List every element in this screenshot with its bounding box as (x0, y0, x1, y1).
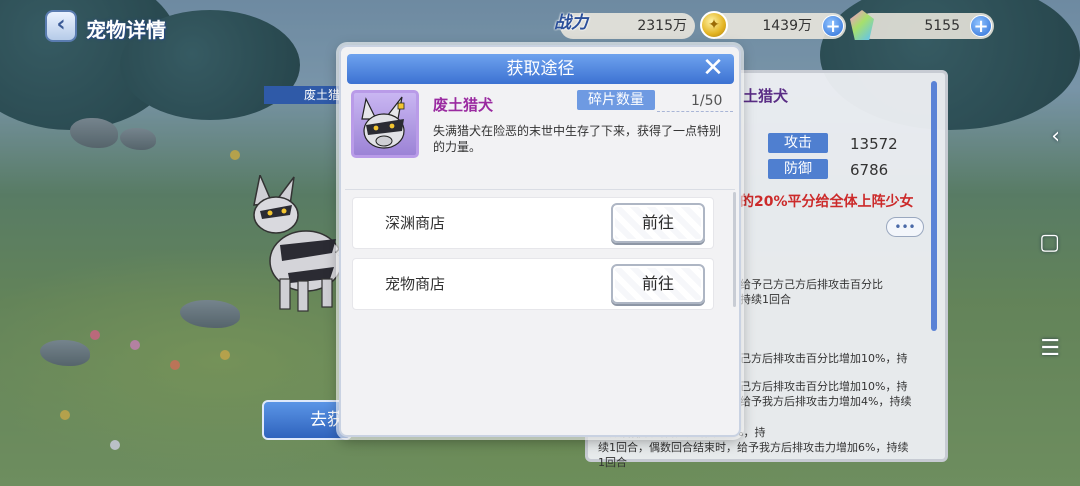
gold-value: 1439万 (762, 18, 812, 34)
dialog-scrollbar[interactable] (733, 192, 736, 307)
defense-label: 防御 (768, 159, 828, 179)
more-button[interactable]: ••• (886, 217, 924, 237)
fragment-count-label: 碎片数量 (577, 90, 655, 110)
gold-coin-icon: ✦ (700, 11, 728, 39)
add-gem-button[interactable]: + (970, 15, 992, 37)
gem-value: 5155 (924, 18, 960, 34)
attack-value: 13572 (850, 135, 898, 153)
skill-text: 给予己方己方后排攻击百分比 持续1回合 (740, 278, 883, 306)
gold-display: ✦ 1439万 + (700, 11, 846, 39)
pet-avatar (351, 90, 419, 158)
back-button[interactable]: ‹ (45, 10, 77, 42)
route-row-pet-shop: 宠物商店 前往 (352, 258, 714, 310)
skill-text: 己方后排攻击百分比增加10%，持 (740, 352, 908, 365)
power-display: 战力 2315万 (554, 13, 695, 39)
system-back-icon[interactable]: ‹ (1051, 124, 1060, 149)
skill-highlight-text: 的20%平分给全体上阵少女 (740, 194, 914, 210)
route-row-abyss-shop: 深渊商店 前往 (352, 197, 714, 249)
attack-label: 攻击 (768, 133, 828, 153)
page-title: 宠物详情 (86, 18, 166, 42)
go-to-abyss-shop-button[interactable]: 前往 (611, 203, 705, 243)
detail-pet-name: 土猎犬 (743, 87, 789, 105)
system-menu-icon[interactable]: ☰ (1040, 336, 1060, 361)
dialog-header: 获取途径 ✕ (347, 54, 734, 84)
system-home-icon[interactable]: ▢ (1039, 230, 1060, 255)
route-name: 深渊商店 (385, 214, 446, 232)
divider (345, 189, 735, 190)
pet-name: 废土猎犬 (433, 96, 494, 114)
add-gold-button[interactable]: + (822, 15, 844, 37)
dialog-title: 获取途径 (506, 59, 575, 79)
fragment-underline (657, 111, 733, 112)
fragment-count-value: 1/50 (691, 93, 723, 109)
close-icon[interactable]: ✕ (700, 55, 726, 81)
power-value: 2315万 (637, 18, 687, 34)
gem-display: 5155 + (850, 10, 994, 40)
power-label: 战力 (554, 13, 588, 33)
go-to-pet-shop-button[interactable]: 前往 (611, 264, 705, 304)
detail-scrollbar[interactable] (931, 81, 937, 331)
pet-description: 失满猎犬在险恶的末世中生存了下来，获得了一点特别的力量。 (433, 124, 722, 154)
obtain-route-dialog: 获取途径 ✕ 废土猎犬 碎片数量 1/50 失满猎犬在险恶的末世中生存了下来，获… (339, 45, 741, 437)
skill-text: 己方后排攻击百分比增加10%，持 给予我方后排攻击力增加4%，持续 (740, 380, 912, 408)
route-name: 宠物商店 (385, 275, 446, 293)
pet-name-tag: 废土猎 (264, 86, 344, 104)
defense-value: 6786 (850, 161, 889, 179)
wolf-portrait-icon (361, 96, 405, 149)
